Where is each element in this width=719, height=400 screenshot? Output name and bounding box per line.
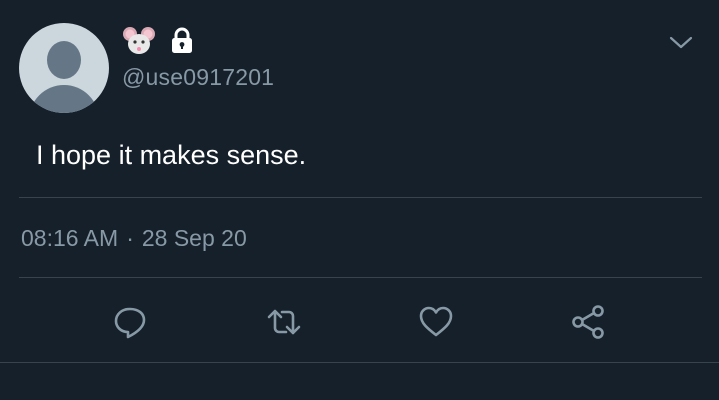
chevron-down-icon[interactable] [668,34,694,52]
avatar-shoulders [29,85,99,113]
divider [19,197,702,198]
timestamp-separator: · [126,225,134,251]
retweet-icon [267,309,301,335]
lock-icon [172,27,192,53]
tweet-text: I hope it makes sense. [36,140,307,170]
tweet-time: 08:16 AM [21,225,119,251]
mouse-face-icon [123,27,155,54]
tweet-timestamp[interactable]: 08:16 AM · 28 Sep 20 [21,225,247,252]
tweet-detail: @use0917201 I hope it makes sense. 08:16… [0,0,719,400]
share-button[interactable] [566,300,610,344]
retweet-button[interactable] [262,300,306,344]
avatar[interactable] [19,23,109,113]
avatar-head [47,41,81,79]
tweet-date: 28 Sep 20 [141,225,247,251]
action-bar [0,300,719,344]
user-handle[interactable]: @use0917201 [122,64,274,91]
divider [19,277,702,278]
heart-icon [419,306,453,337]
display-name[interactable] [122,26,196,56]
reply-button[interactable] [108,300,152,344]
like-button[interactable] [414,300,458,344]
share-icon [572,305,604,339]
divider [0,362,719,363]
reply-icon [114,307,146,339]
